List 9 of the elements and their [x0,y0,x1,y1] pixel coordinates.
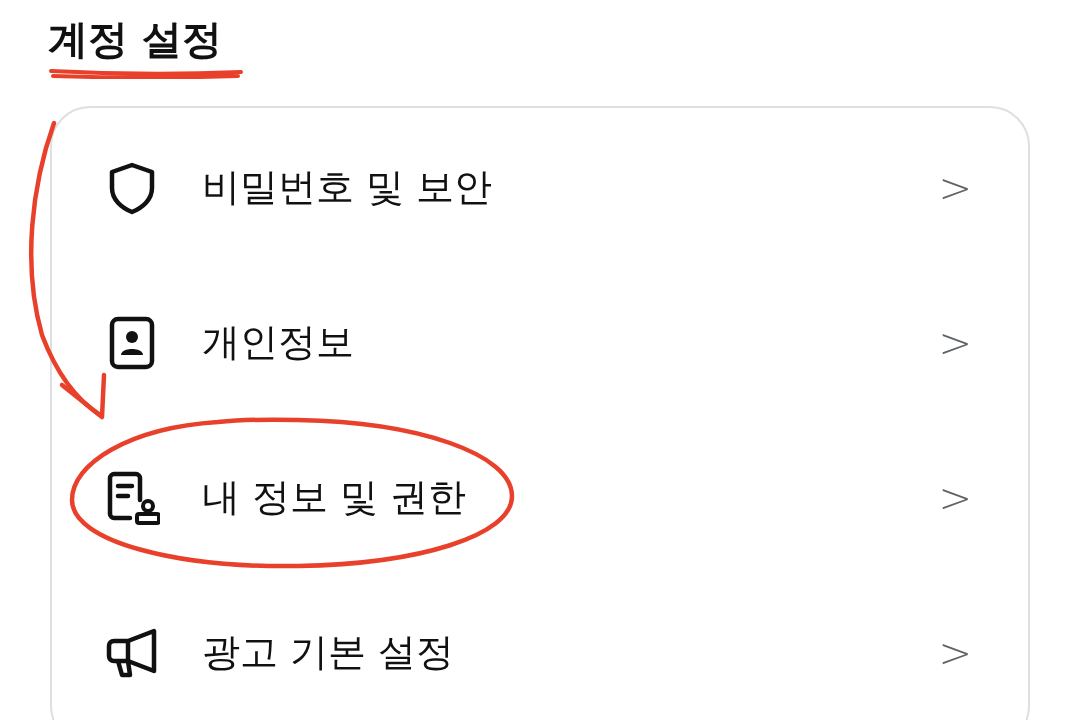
chevron-icon: > [938,164,972,211]
chevron-icon: > [938,319,972,366]
chevron-icon: > [938,629,972,676]
settings-item[interactable]: 개인정보 > [52,265,1028,420]
settings-item[interactable]: 비밀번호 및 보안 > [52,110,1028,265]
chevron-icon: > [938,474,972,521]
settings-item[interactable]: 광고 기본 설정 > [52,575,1028,720]
settings-item[interactable]: 내 정보 및 권한 > [52,420,1028,575]
section-title: 계정 설정 [48,16,222,62]
